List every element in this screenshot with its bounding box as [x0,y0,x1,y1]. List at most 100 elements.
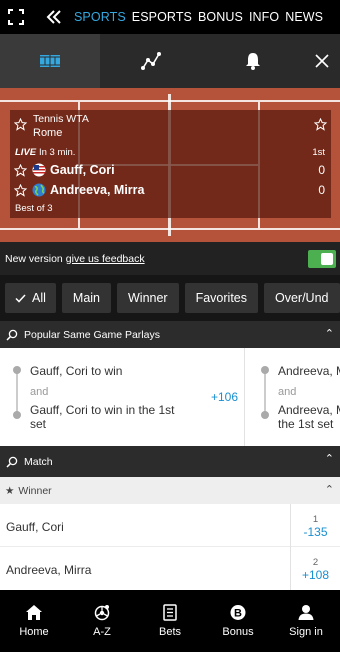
nav-sports[interactable]: SPORTS [74,10,126,24]
tab-court-view[interactable] [0,34,100,88]
bottom-nav-label: Sign in [289,626,323,638]
court-icon [40,55,60,67]
match-format: Best of 3 [15,203,53,214]
odds-value: +108 [301,568,330,582]
stats-icon [141,52,161,70]
parlay-leg: Gauff, Cori to win [30,364,123,378]
bottom-nav-bets[interactable]: Bets [136,590,204,652]
chevron-up-icon: ⌃ [324,453,334,465]
bottom-nav-home[interactable]: Home [0,590,68,652]
filter-all[interactable]: All [5,283,56,313]
parlay-rail [16,370,18,414]
nav-news[interactable]: NEWS [285,10,323,24]
bottom-nav-label: Bonus [222,626,254,638]
feedback-link[interactable]: give us feedback [66,253,145,265]
selection-name: Gauff, Cori [6,520,64,534]
search-icon [6,329,18,341]
parlays-header[interactable]: Popular Same Game Parlays ⌃ [0,321,340,348]
court-visual: Tennis WTA Rome LIVE In 3 min. 1st Gauff… [0,88,340,242]
parlay-leg: Andreeva, M [278,364,340,378]
market-row: Andreeva, Mirra 2 +108 [0,547,340,590]
bottom-nav-bonus[interactable]: B Bonus [204,590,272,652]
bell-icon [246,53,260,70]
tournament-name: Tennis WTA [33,113,89,125]
favorite-star-icon[interactable] [314,118,327,131]
parlay-leg: Andreeva, M [278,403,340,417]
favorite-star-icon[interactable] [14,164,27,177]
parlay-card[interactable]: Gauff, Cori to win and Gauff, Cori to wi… [0,348,245,446]
chevron-up-icon: ⌃ [324,328,334,340]
current-set: 1st [312,147,325,158]
globe-icon [32,183,46,197]
player-score: 0 [318,163,325,177]
odds-button[interactable]: 1 -135 [290,504,340,547]
new-version-toggle[interactable] [308,250,336,268]
favorite-star-icon[interactable] [14,118,27,131]
start-time: In 3 min. [39,147,76,158]
bottom-nav-label: Home [19,626,49,638]
market-filters: All Main Winner Favorites Over/Und [0,275,340,321]
double-chevron-left-icon[interactable] [46,9,62,25]
leg-dot [261,411,269,419]
filter-over-under[interactable]: Over/Und [264,283,340,313]
tab-stats[interactable] [100,34,202,88]
filter-main[interactable]: Main [61,283,111,313]
star-icon: ★ [5,484,15,497]
bottom-nav-sign-in[interactable]: Sign in [272,590,340,652]
section-title: Match [24,455,53,468]
player-name: Gauff, Cori [50,163,115,177]
leg-dot [13,366,21,374]
bets-icon [163,604,177,621]
us-flag-icon [32,163,46,177]
section-title: Popular Same Game Parlays [24,328,160,341]
parlay-and: and [278,386,297,398]
bottom-nav-az[interactable]: A-Z [68,590,136,652]
fullscreen-icon[interactable] [8,9,24,25]
nav-bonus[interactable]: BONUS [198,10,243,24]
bottom-nav-label: Bets [158,626,181,638]
user-icon [298,605,314,620]
market-row: Gauff, Cori 1 -135 [0,504,340,547]
az-icon [94,605,110,621]
bottom-nav-label: A-Z [93,626,111,638]
match-section-header[interactable]: Match ⌃ [0,446,340,477]
market-title: Winner [18,484,52,497]
filter-favorites[interactable]: Favorites [184,283,258,313]
filter-winner[interactable]: Winner [117,283,179,313]
filter-label: All [32,291,46,305]
svg-text:B: B [234,608,242,620]
selection-number: 2 [312,557,319,568]
nav-links: SPORTS ESPORTS BONUS INFO NEWS [74,10,323,24]
leg-dot [13,411,21,419]
parlay-leg-cont: set [30,417,47,431]
nav-esports[interactable]: ESPORTS [132,10,192,24]
bottom-nav: Home A-Z Bets B Bonus Sign in [0,590,340,652]
event-view-tabs [0,34,340,88]
nav-info[interactable]: INFO [249,10,279,24]
player-name: Andreeva, Mirra [50,183,145,197]
parlay-odds[interactable]: +106 [211,390,238,404]
parlay-rail [264,370,266,414]
search-icon [6,456,18,468]
check-icon [15,293,26,303]
home-icon [26,605,42,620]
feedback-text: New version [5,252,63,265]
parlay-and: and [30,386,49,398]
tab-notifications[interactable] [202,34,304,88]
parlay-card[interactable]: Andreeva, M and Andreeva, M the 1st set [248,348,340,446]
odds-button[interactable]: 2 +108 [290,547,340,590]
parlay-leg: Gauff, Cori to win in the 1st [30,403,175,417]
winner-market-header[interactable]: ★ Winner ⌃ [0,477,340,504]
winner-market: Gauff, Cori 1 -135 Andreeva, Mirra 2 +10… [0,504,340,590]
top-nav: SPORTS ESPORTS BONUS INFO NEWS [0,0,340,34]
toggle-knob [321,253,333,265]
feedback-bar: New version give us feedback [0,242,340,275]
favorite-star-icon[interactable] [14,184,27,197]
player-score: 0 [318,183,325,197]
odds-value: -135 [303,525,328,539]
selection-name: Andreeva, Mirra [6,563,92,577]
tournament-location: Rome [33,127,63,139]
close-button[interactable] [304,34,340,88]
parlay-leg-cont: the 1st set [278,417,334,431]
selection-number: 1 [312,514,319,525]
